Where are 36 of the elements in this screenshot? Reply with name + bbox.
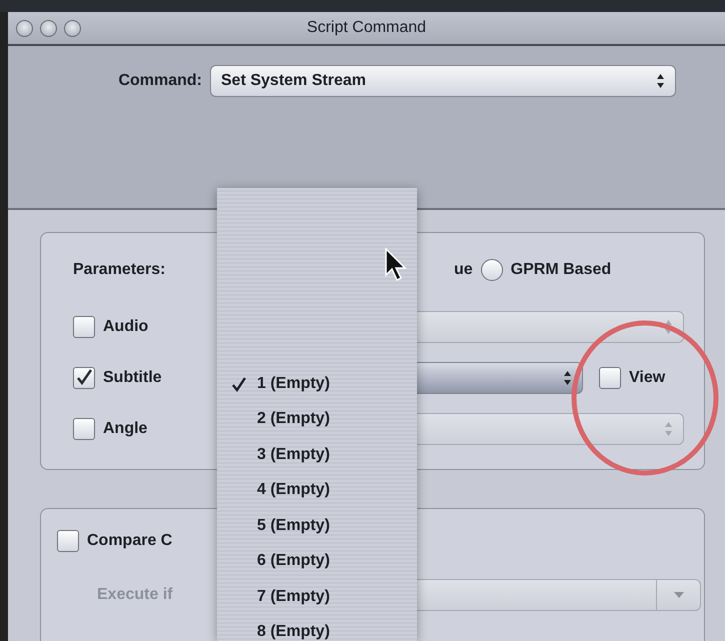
parameters-label: Parameters: <box>73 260 166 280</box>
checkbox-label: Angle <box>103 418 148 438</box>
radio-button[interactable] <box>480 259 503 281</box>
checkbox-label: Audio <box>103 316 150 336</box>
menu-item[interactable]: 7 (Empty) <box>217 579 417 614</box>
menu-item[interactable]: 6 (Empty) <box>217 544 417 579</box>
stepper-arrows-icon <box>664 420 673 438</box>
radio-label: ue <box>454 260 473 280</box>
menu-item[interactable]: 5 (Empty) <box>217 508 417 544</box>
menu-item[interactable]: 1 (Empty) <box>217 366 417 402</box>
menu-item[interactable]: 8 (Empty) <box>217 614 417 641</box>
checkbox-label: Compare C <box>87 531 172 551</box>
stepper-arrows-icon <box>563 368 572 386</box>
checkbox[interactable] <box>73 316 95 338</box>
close-button[interactable] <box>16 20 33 36</box>
mouse-pointer-icon <box>384 247 408 283</box>
execute-if-label: Execute if <box>97 585 174 605</box>
window-title: Script Command <box>306 19 426 36</box>
checkbox[interactable] <box>73 366 95 388</box>
menu-item[interactable]: 2 (Empty) <box>217 402 417 437</box>
checkbox[interactable] <box>57 530 79 552</box>
caret-icon <box>672 591 684 599</box>
checkbox[interactable] <box>73 418 95 440</box>
command-dropdown[interactable]: Set System Stream <box>210 65 676 97</box>
zoom-button[interactable] <box>64 20 81 36</box>
command-label: Command: <box>118 72 202 89</box>
stepper-arrows-icon <box>664 318 673 336</box>
menu-item[interactable]: 3 (Empty) <box>217 437 417 472</box>
checkbox-label: View <box>629 368 666 388</box>
radio-label: GPRM Based <box>510 260 612 280</box>
checkmark-icon <box>231 376 247 392</box>
stepper-arrows-icon <box>656 72 665 90</box>
minimize-button[interactable] <box>40 20 57 36</box>
menu-item[interactable]: 4 (Empty) <box>217 472 417 508</box>
checkbox[interactable] <box>599 366 621 388</box>
checkbox-label: Subtitle <box>103 368 163 388</box>
